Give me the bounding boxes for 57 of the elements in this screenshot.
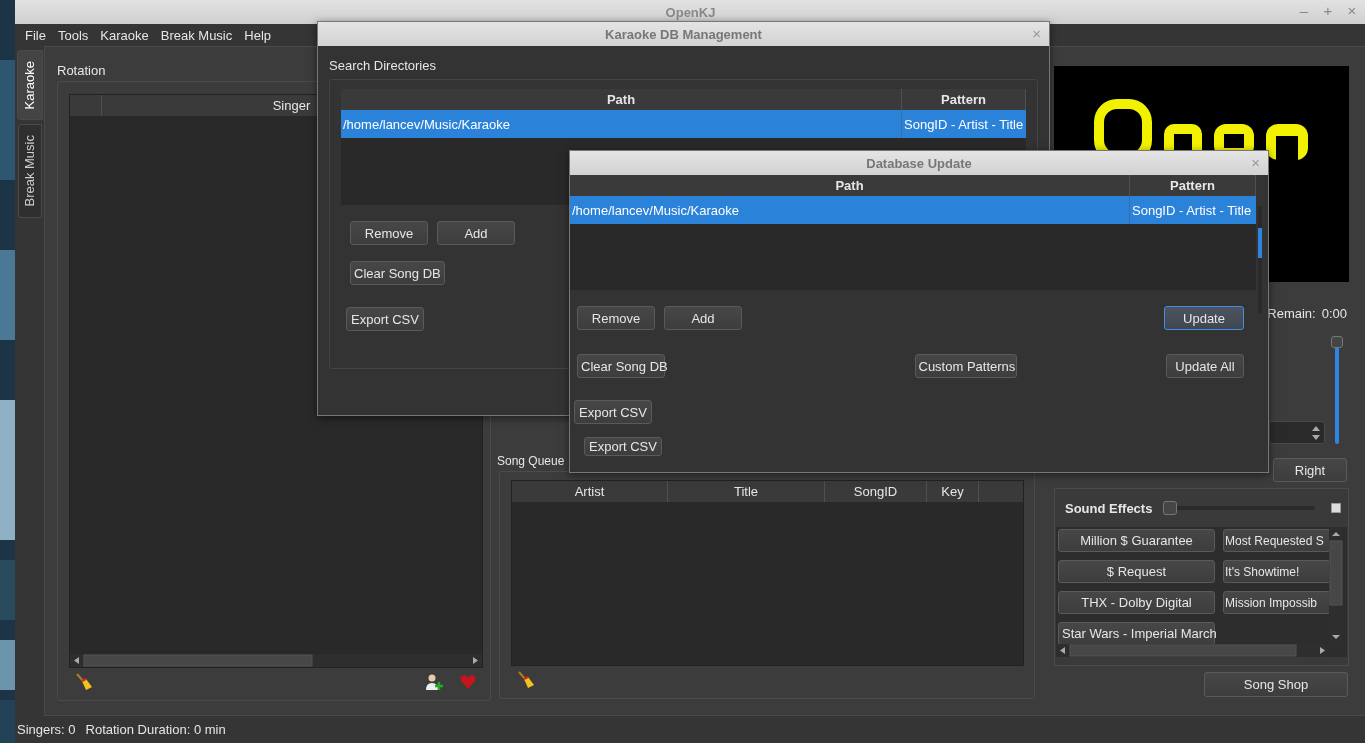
export-button[interactable]: Export CSV xyxy=(346,307,424,331)
status-text: Singers: 0 xyxy=(17,722,76,737)
sound-effect-button[interactable]: Star Wars - Imperial March xyxy=(1058,622,1215,644)
dialog-button[interactable]: Update xyxy=(1164,306,1244,330)
menu-item[interactable]: Karaoke xyxy=(94,27,155,43)
section-label: Search Directories xyxy=(329,57,437,75)
sound-effect-button[interactable]: It's Showtime! xyxy=(1223,560,1329,583)
table-cell-text: SongID - Artist - Title xyxy=(1131,201,1253,220)
section-label: Rotation xyxy=(57,62,106,80)
table-cell: /home/lancev/Music/Karaoke xyxy=(341,110,902,138)
status-text: Rotation Duration: 0 min xyxy=(85,722,226,737)
column-header: SongID xyxy=(825,481,927,502)
dialog-button[interactable]: Export CSV xyxy=(584,437,662,456)
broom-icon[interactable] xyxy=(517,671,535,689)
dialog-button[interactable]: Custom Patterns xyxy=(914,354,1017,378)
menu-item[interactable]: Tools xyxy=(51,27,95,43)
column-header: Artist xyxy=(512,481,668,502)
volume-slider[interactable] xyxy=(1331,336,1343,444)
menu-item[interactable]: File xyxy=(19,27,52,43)
stop-icon[interactable] xyxy=(1331,503,1341,513)
vertical-scrollbar[interactable] xyxy=(1256,206,1264,313)
window-title: OpenKJ xyxy=(665,4,716,20)
dialog-button[interactable]: Add xyxy=(664,306,742,330)
sound-effect-button[interactable]: Mission Impossib xyxy=(1223,591,1329,614)
dialog-button[interactable]: Remove xyxy=(577,306,655,330)
column-header: Title xyxy=(668,481,825,502)
side-tab[interactable]: Karaoke xyxy=(16,50,43,121)
channel-button[interactable]: Right xyxy=(1273,458,1347,482)
song-shop-button[interactable]: Song Shop xyxy=(1204,672,1348,697)
broom-icon[interactable] xyxy=(75,673,93,691)
table-row[interactable]: /home/lancev/Music/Karaoke SongID - Artist - Title xyxy=(341,110,1026,138)
sound-effect-button[interactable]: $ Request xyxy=(1058,560,1215,583)
sound-effect-button[interactable]: THX - Dolby Digital xyxy=(1058,591,1215,614)
dialog-button[interactable]: Export CSV xyxy=(574,400,652,424)
side-tab[interactable]: Break Music xyxy=(17,124,42,218)
dialog-title: Karaoke DB Management xyxy=(605,26,762,42)
dialog-button[interactable]: Clear Song DB xyxy=(577,354,665,378)
sound-effect-button[interactable]: Million $ Guarantee xyxy=(1058,529,1215,552)
heart-icon[interactable] xyxy=(459,673,477,691)
add-button[interactable]: Add xyxy=(437,221,515,245)
remove-button[interactable]: Remove xyxy=(350,221,428,245)
table-cell: /home/lancev/Music/Karaoke xyxy=(570,196,1130,224)
spin-field[interactable] xyxy=(1269,421,1325,444)
remain-time: 0:00 xyxy=(1321,306,1347,323)
table-cell-text: SongID - Artist - Title xyxy=(903,115,1025,134)
section-label: Song Queue xyxy=(497,453,565,470)
column-header: Key xyxy=(927,481,979,502)
sound-effect-button[interactable]: Most Requested S xyxy=(1223,529,1329,552)
add-person-icon[interactable] xyxy=(425,673,443,691)
menu-item[interactable]: Break Music xyxy=(154,27,239,43)
clear-button[interactable]: Clear Song DB xyxy=(350,261,445,285)
menu-item[interactable]: Help xyxy=(238,27,277,43)
dialog-title: Database Update xyxy=(866,155,972,171)
panel-title: Sound Effects xyxy=(1065,500,1154,516)
effects-volume-slider[interactable] xyxy=(1163,501,1315,515)
dialog-button[interactable]: Update All xyxy=(1166,354,1244,378)
table-row[interactable]: /home/lancev/Music/Karaoke SongID - Artist - Title xyxy=(570,196,1256,224)
